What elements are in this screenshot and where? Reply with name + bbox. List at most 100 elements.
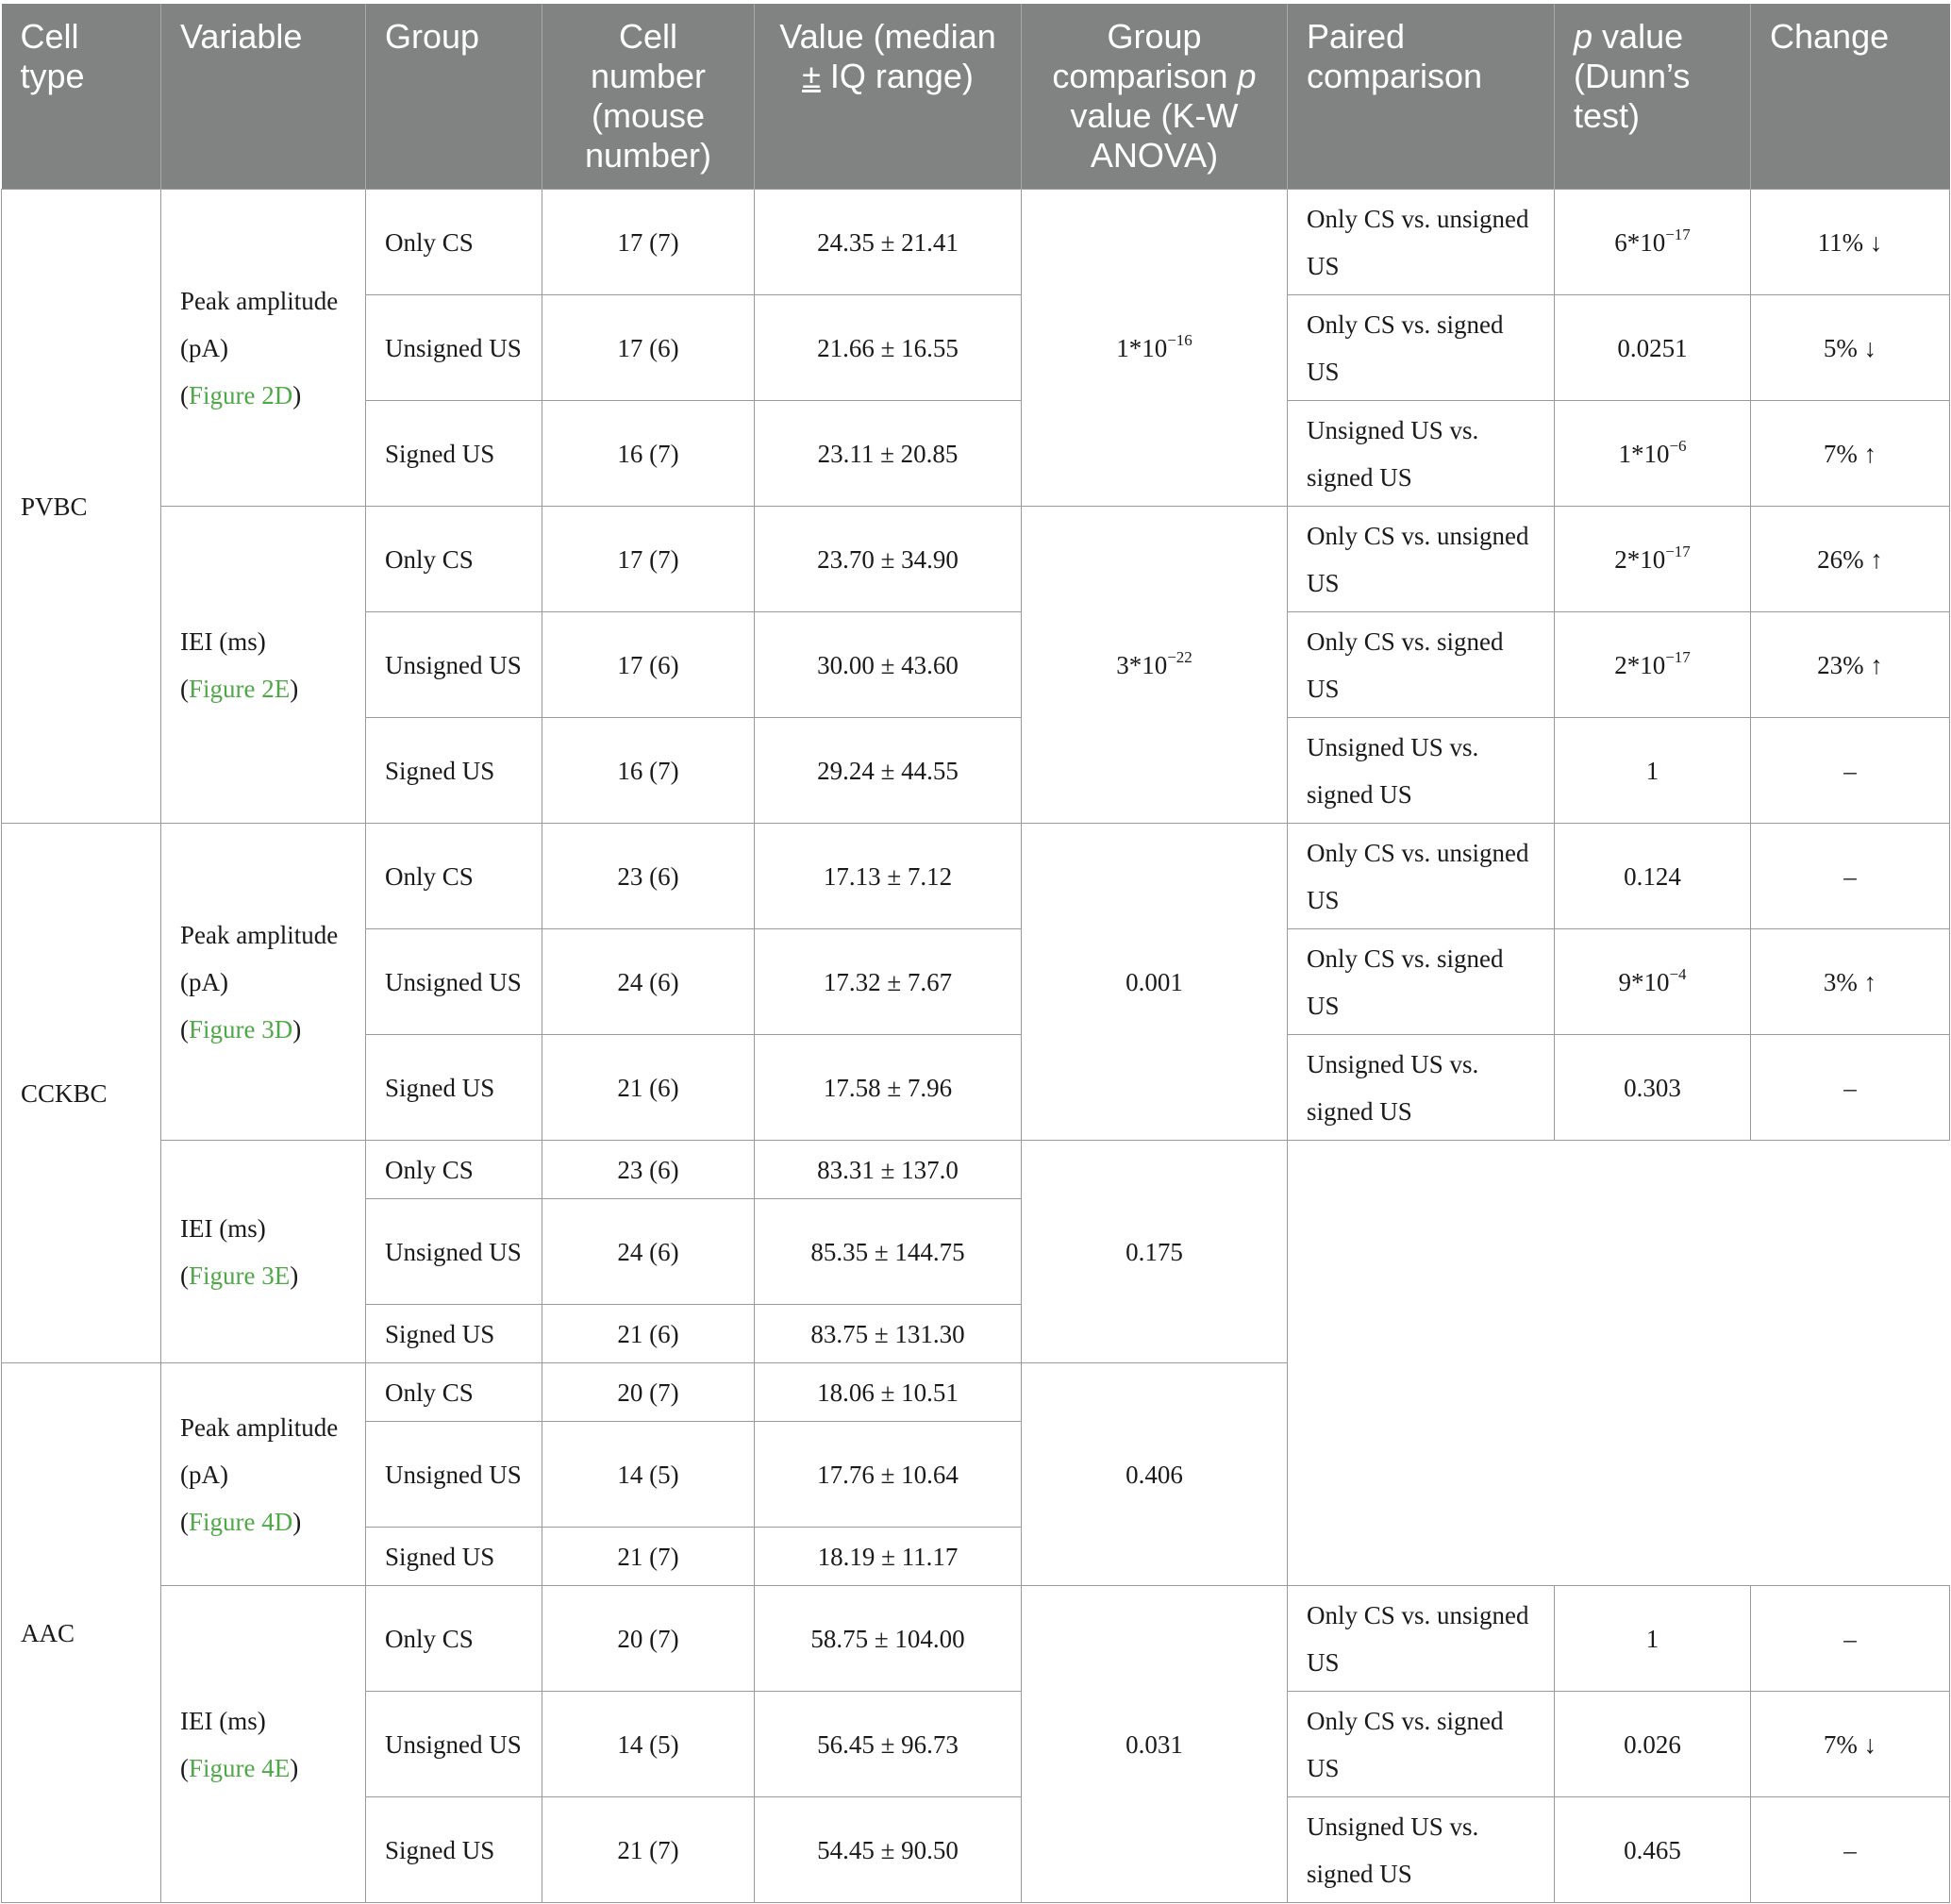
change-cell: –: [1750, 1796, 1950, 1903]
group-cell: Signed US: [365, 1527, 542, 1586]
group-cell: Unsigned US: [365, 1421, 542, 1528]
group-cell: Only CS: [365, 1585, 542, 1692]
cell-number: 21 (6): [542, 1304, 755, 1363]
paired-comparison-cell: Only CS vs. unsigned US: [1287, 823, 1555, 929]
p-value-cell: 0.0251: [1554, 294, 1751, 401]
group-p-cell: 0.031: [1021, 1585, 1288, 1903]
header-variable: Variable: [160, 4, 366, 190]
value-cell: 83.31 ± 137.0: [754, 1140, 1022, 1199]
cell-type-pvbc: PVBC: [1, 189, 161, 824]
value-cell: 23.70 ± 34.90: [754, 506, 1022, 612]
table-row: CCKBC Peak amplitude (pA) (Figure 3D) Onl…: [1, 823, 1950, 1363]
figure-link[interactable]: Figure 4D: [189, 1508, 292, 1536]
cell-number: 20 (7): [542, 1362, 755, 1422]
cell-number: 17 (6): [542, 294, 755, 401]
results-table: Cell type Variable Group Cell number (mo…: [1, 4, 1950, 1903]
variable-cell: IEI (ms) (Figure 3E): [160, 1140, 366, 1363]
group-cell: Signed US: [365, 1796, 542, 1903]
change-cell: 5% ↓: [1750, 294, 1950, 401]
change-cell: 23% ↑: [1750, 611, 1950, 718]
header-group: Group: [365, 4, 542, 190]
group-p-cell: 0.001: [1021, 823, 1288, 1141]
paired-comparison-cell: Only CS vs. signed US: [1287, 1691, 1555, 1797]
p-value-cell: 0.303: [1554, 1034, 1751, 1141]
change-cell: –: [1750, 1034, 1950, 1141]
value-cell: 21.66 ± 16.55: [754, 294, 1022, 401]
p-value-cell: 2*10−17: [1554, 611, 1751, 718]
group-p-cell: 3*10−22: [1021, 506, 1288, 824]
cell-number: 20 (7): [542, 1585, 755, 1692]
value-cell: 54.45 ± 90.50: [754, 1796, 1022, 1903]
value-cell: 18.19 ± 11.17: [754, 1527, 1022, 1586]
change-cell: 3% ↑: [1750, 928, 1950, 1035]
change-cell: 7% ↑: [1750, 400, 1950, 507]
table-row: IEI (ms) (Figure 2E) Only CS 17 (7) 23.70…: [2, 506, 1950, 824]
p-value-cell: 2*10−17: [1554, 506, 1751, 612]
group-cell: Signed US: [365, 400, 542, 507]
value-cell: 18.06 ± 10.51: [754, 1362, 1022, 1422]
value-cell: 17.32 ± 7.67: [754, 928, 1022, 1035]
value-cell: 24.35 ± 21.41: [754, 189, 1022, 295]
figure-link[interactable]: Figure 2D: [189, 381, 292, 409]
cell-number: 16 (7): [542, 717, 755, 824]
variable-cell: Peak amplitude (pA) (Figure 2D): [160, 189, 366, 507]
group-cell: Unsigned US: [365, 611, 542, 718]
group-p-cell: 0.175: [1021, 1140, 1288, 1363]
p-value-cell: 0.465: [1554, 1796, 1751, 1903]
group-cell: Only CS: [365, 1140, 542, 1199]
header-cell-number: Cell number (mouse number): [542, 4, 755, 190]
change-cell: –: [1750, 823, 1950, 929]
header-cell-type: Cell type: [1, 4, 161, 190]
value-cell: 30.00 ± 43.60: [754, 611, 1022, 718]
cell-number: 23 (6): [542, 823, 755, 929]
cell-number: 14 (5): [542, 1691, 755, 1797]
cell-type-cckbc: CCKBC: [1, 823, 161, 1363]
empty-area: [1287, 1140, 1950, 1586]
value-cell: 85.35 ± 144.75: [754, 1198, 1022, 1305]
p-value-cell: 6*10−17: [1554, 189, 1751, 295]
figure-link[interactable]: Figure 4E: [189, 1754, 290, 1782]
variable-cell: IEI (ms) (Figure 2E): [160, 506, 366, 824]
cell-number: 21 (6): [542, 1034, 755, 1141]
value-cell: 17.58 ± 7.96: [754, 1034, 1022, 1141]
value-cell: 58.75 ± 104.00: [754, 1585, 1022, 1692]
paired-comparison-cell: Unsigned US vs. signed US: [1287, 1796, 1555, 1903]
variable-cell: Peak amplitude (pA) (Figure 4D): [160, 1362, 366, 1586]
p-value-cell: 9*10−4: [1554, 928, 1751, 1035]
value-cell: 17.13 ± 7.12: [754, 823, 1022, 929]
group-cell: Unsigned US: [365, 294, 542, 401]
group-cell: Only CS: [365, 1362, 542, 1422]
header-p-value: p value (Dunn’s test): [1554, 4, 1751, 190]
cell-number: 23 (6): [542, 1140, 755, 1199]
figure-link[interactable]: Figure 3E: [189, 1261, 290, 1290]
paired-comparison-cell: Unsigned US vs. signed US: [1287, 717, 1555, 824]
figure-link[interactable]: Figure 3D: [189, 1015, 292, 1044]
cell-number: 21 (7): [542, 1527, 755, 1586]
header-paired-comparison: Paired comparison: [1287, 4, 1555, 190]
group-cell: Only CS: [365, 506, 542, 612]
variable-cell: IEI (ms) (Figure 4E): [160, 1585, 366, 1903]
paired-comparison-cell: Unsigned US vs. signed US: [1287, 400, 1555, 507]
cell-number: 17 (7): [542, 506, 755, 612]
cell-number: 14 (5): [542, 1421, 755, 1528]
change-cell: 7% ↓: [1750, 1691, 1950, 1797]
value-cell: 83.75 ± 131.30: [754, 1304, 1022, 1363]
paired-comparison-cell: Only CS vs. unsigned US: [1287, 189, 1555, 295]
group-cell: Unsigned US: [365, 1691, 542, 1797]
change-cell: –: [1750, 1585, 1950, 1692]
p-value-cell: 0.124: [1554, 823, 1751, 929]
cell-number: 24 (6): [542, 928, 755, 1035]
change-cell: –: [1750, 717, 1950, 824]
paired-comparison-cell: Only CS vs. signed US: [1287, 294, 1555, 401]
paired-comparison-cell: Only CS vs. unsigned US: [1287, 506, 1555, 612]
cell-type-aac: AAC: [1, 1362, 161, 1903]
header-group-comparison: Group comparison p value (K-W ANOVA): [1021, 4, 1288, 190]
value-cell: 56.45 ± 96.73: [754, 1691, 1022, 1797]
table-row: IEI (ms) (Figure 3E) Only CS 23 (6) 83.31…: [2, 1140, 1950, 1586]
p-value-cell: 1: [1554, 717, 1751, 824]
cell-number: 17 (7): [542, 189, 755, 295]
header-row: Cell type Variable Group Cell number (mo…: [1, 4, 1950, 190]
paired-comparison-cell: Only CS vs. signed US: [1287, 611, 1555, 718]
figure-link[interactable]: Figure 2E: [189, 675, 290, 703]
value-cell: 23.11 ± 20.85: [754, 400, 1022, 507]
